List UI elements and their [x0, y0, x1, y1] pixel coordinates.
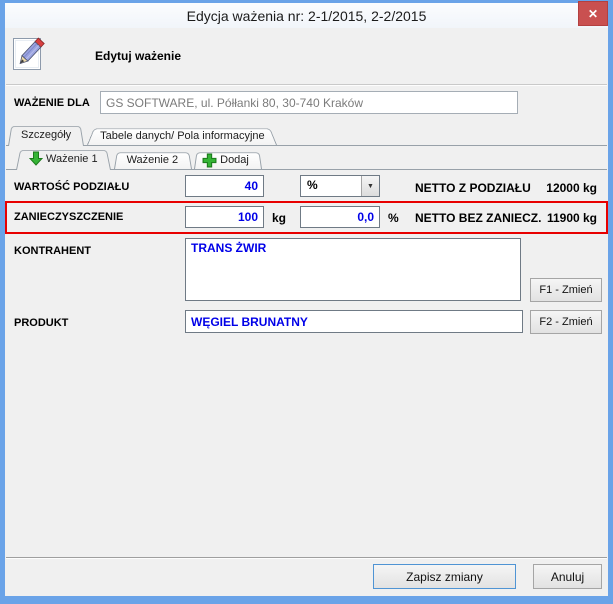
window-border-bottom [0, 596, 613, 604]
green-arrow-down-icon [29, 151, 43, 166]
kontrahent-textarea[interactable]: TRANS ŻWIR [185, 238, 521, 301]
subtab-wazenie-2[interactable]: Ważenie 2 [114, 151, 192, 169]
chevron-down-icon: ▼ [367, 183, 374, 190]
produkt-change-button[interactable]: F2 - Zmień [530, 310, 602, 334]
dialog-window: Edycja ważenia nr: 2-1/2015, 2-2/2015 ✕ … [0, 0, 613, 604]
cancel-button[interactable]: Anuluj [533, 564, 602, 589]
save-button[interactable]: Zapisz zmiany [373, 564, 516, 589]
window-title: Edycja ważenia nr: 2-1/2015, 2-2/2015 [187, 8, 427, 24]
combobox-dropdown-button[interactable]: ▼ [361, 176, 379, 196]
produkt-input[interactable] [185, 310, 523, 333]
kontrahent-change-button[interactable]: F1 - Zmień [530, 278, 602, 302]
produkt-label: PRODUKT [14, 317, 68, 329]
subtab-label: Dodaj [220, 154, 249, 166]
subtab-label: Ważenie 2 [127, 154, 179, 166]
zanieczyszczenie-kg-input[interactable] [185, 206, 264, 228]
subtab-wazenie-1[interactable]: Ważenie 1 [16, 148, 111, 169]
wartosc-podzialu-input[interactable] [185, 175, 264, 197]
tab-tabele-danych[interactable]: Tabele danych/ Pola informacyjne [87, 127, 277, 145]
tab-label: Szczegóły [21, 129, 71, 141]
close-button[interactable]: ✕ [578, 1, 608, 26]
title-bar[interactable]: Edycja ważenia nr: 2-1/2015, 2-2/2015 [5, 3, 608, 28]
netto-bez-zaniecz-value: 11900 kg [547, 211, 597, 225]
wartosc-podzialu-label: WARTOŚĆ PODZIAŁU [14, 181, 129, 193]
kontrahent-label: KONTRAHENT [14, 245, 91, 257]
tab-label: Tabele danych/ Pola informacyjne [100, 130, 264, 142]
podzial-unit-combobox[interactable]: % ▼ [300, 175, 380, 197]
window-border-left [0, 0, 5, 604]
weighing-tabstrip: Ważenie 1 Ważenie 2 Dodaj [6, 147, 607, 170]
edit-pencil-icon [12, 35, 48, 73]
zanieczyszczenie-label: ZANIECZYSZCZENIE [14, 211, 123, 223]
netto-bez-zaniecz-label: NETTO BEZ ZANIECZ. [415, 211, 541, 225]
window-border-right [608, 0, 613, 604]
pct-unit-label: % [388, 211, 399, 225]
header-title: Edytuj ważenie [95, 49, 181, 63]
combobox-selected-value: % [301, 176, 361, 196]
main-tabstrip: Szczegóły Tabele danych/ Pola informacyj… [6, 124, 607, 146]
subtab-dodaj[interactable]: Dodaj [194, 151, 262, 169]
wazenie-dla-field[interactable] [100, 91, 518, 114]
zanieczyszczenie-pct-input[interactable] [300, 206, 380, 228]
netto-z-podzialu-value: 12000 kg [546, 181, 597, 195]
kg-unit-label: kg [272, 211, 286, 225]
wazenie-dla-label: WAŻENIE DLA [14, 97, 90, 109]
close-icon: ✕ [588, 7, 598, 21]
tab-szczegoly[interactable]: Szczegóły [8, 124, 84, 145]
subtab-label: Ważenie 1 [46, 153, 98, 165]
green-plus-icon [202, 153, 217, 168]
netto-z-podzialu-label: NETTO Z PODZIAŁU [415, 181, 531, 195]
header-separator [6, 84, 607, 85]
footer-separator [6, 557, 607, 558]
